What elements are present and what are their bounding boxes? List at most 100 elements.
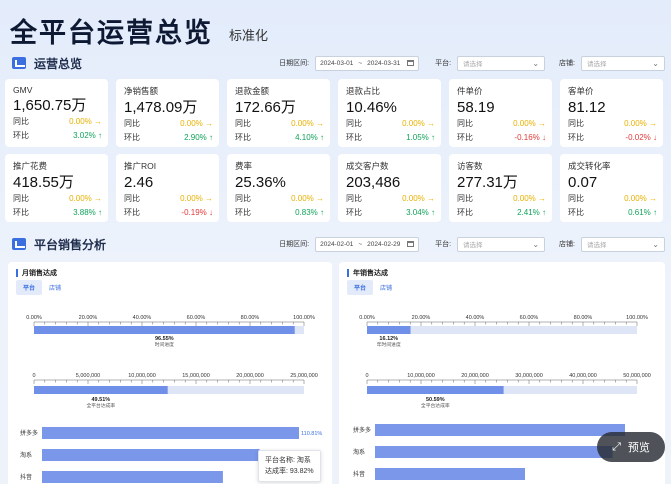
yoy-row: 同比 0.00% → [568,192,657,205]
mom-percent: 4.10% [295,133,318,142]
yearly-panel-title: 年销售达成 [347,268,388,278]
category-bar [375,468,525,480]
trend-arrow-icon: → [538,119,546,128]
yoy-row: 同比 0.00% → [13,115,102,128]
category-label: 抖音 [353,470,365,478]
data-label: 110.81% [301,431,322,437]
calendar-icon [407,241,415,247]
yoy-label: 同比 [457,194,473,203]
mom-percent: 0.83% [295,208,318,217]
tooltip-rate: 达成率: 93.82% [265,468,314,475]
mom-row: 环比 0.83% ↑ [235,206,324,219]
trend-arrow-icon: → [427,119,435,128]
progress-bar [34,326,295,334]
trend-arrow-icon: → [94,194,102,203]
yoy-row: 同比 0.00% → [124,117,213,130]
mom-value: 1.05% ↑ [406,133,435,142]
mom-percent: 2.41% [517,208,540,217]
tick-label: 30,000,000 [515,373,543,379]
platform-select[interactable]: 请选择 ⌄ [457,55,546,71]
overview-label: 运营总览 [34,56,83,71]
trend-arrow-icon: ↑ [98,208,102,217]
yoy-label: 同比 [346,119,362,128]
data-label: 49.51% [92,397,111,403]
mom-row: 环比 -0.02% ↓ [568,131,657,144]
preview-button[interactable]: ⤢ 预览 [597,432,665,462]
yoy-value: 0.00% → [624,194,657,203]
category-label: 拼多多 [353,426,371,434]
category-bar [42,471,223,483]
metric-card: 访客数 277.31万 同比 0.00% → 环比 2.41% ↑ [449,154,552,222]
yoy-label: 同比 [457,119,473,128]
category-bar [42,449,260,461]
yoy-percent: 0.00% [69,117,92,126]
mom-label: 环比 [457,133,473,142]
trend-arrow-icon: ↑ [320,133,324,142]
tab-platform[interactable]: 平台 [16,280,43,295]
metric-name: 退款金额 [235,86,270,96]
metric-value: 10.46% [346,99,397,116]
date-end: 2024-03-31 [367,59,401,67]
mom-row: 环比 4.10% ↑ [235,131,324,144]
yoy-label: 同比 [568,119,584,128]
progress-bar [367,326,411,334]
mom-value: 4.10% ↑ [295,133,324,142]
tick-label: 5,000,000 [76,373,100,379]
metric-value: 25.36% [235,174,286,191]
trend-arrow-icon: ↑ [209,133,213,142]
page-subtitle: 标准化 [229,28,269,43]
tab-platform[interactable]: 平台 [347,280,374,295]
date-range-picker[interactable]: 2024-03-01 ~ 2024-03-31 [315,55,420,71]
tab-shop[interactable]: 店铺 [42,280,68,295]
trend-arrow-icon: ↓ [542,133,546,142]
metric-value: 277.31万 [457,174,518,191]
tick-label: 10,000,000 [128,373,156,379]
tick-label: 15,000,000 [182,373,210,379]
monthly-tabs: 平台 店铺 [16,280,68,295]
date-start: 2024-03-01 [320,59,354,67]
shop-select[interactable]: 请选择 ⌄ [581,55,665,71]
mom-value: -0.02% ↓ [625,133,657,142]
date-range-picker[interactable]: 2024-02-01 ~ 2024-02-29 [315,236,420,252]
tick-label: 50,000,000 [623,373,651,379]
platform-select[interactable]: 请选择 ⌄ [457,236,546,252]
monthly-sales-panel: 月销售达成 平台 店铺 0.00% 20.00% 40.00% 60.00% 80.00… [8,262,332,484]
mom-percent: -0.19% [181,208,207,217]
shop-select[interactable]: 请选择 ⌄ [581,236,665,252]
sales-filters: 日期区间: 2024-02-01 ~ 2024-02-29 平台: 请选择 ⌄ … [279,234,665,254]
date-end: 2024-02-29 [367,240,401,248]
mom-row: 环比 -0.16% ↓ [457,131,546,144]
yoy-label: 同比 [13,117,29,126]
mom-label: 环比 [13,208,29,217]
metric-name: 推广ROI [124,161,157,171]
tab-shop[interactable]: 店铺 [373,280,399,295]
tick-label: 0 [32,373,35,379]
yoy-value: 0.00% → [180,194,213,203]
metric-card: 成交客户数 203,486 同比 0.00% → 环比 3.04% ↑ [338,154,441,222]
date-range-label: 日期区间: [279,60,310,67]
yoy-percent: 0.00% [402,119,425,128]
mom-value: 3.04% ↑ [406,208,435,217]
yoy-percent: 0.00% [402,194,425,203]
yoy-percent: 0.00% [69,194,92,203]
tick-label: 40,000,000 [569,373,597,379]
shop-placeholder: 请选择 [587,61,607,68]
trend-arrow-icon: → [205,194,213,203]
tick-label: 60.00% [520,315,539,321]
tick-label: 20,000,000 [461,373,489,379]
trend-arrow-icon: ↑ [431,208,435,217]
yoy-percent: 0.00% [513,119,536,128]
metric-name: 成交转化率 [568,161,611,171]
yoy-value: 0.00% → [180,119,213,128]
tick-label: 0 [365,373,368,379]
metric-card: 推广ROI 2.46 同比 0.00% → 环比 -0.19% ↓ [116,154,219,222]
mom-percent: 2.90% [184,133,207,142]
tick-label: 20,000,000 [236,373,264,379]
tick-label: 40.00% [133,315,152,321]
date-start: 2024-02-01 [320,240,354,248]
category-bar [375,446,613,458]
expand-icon: ⤢ [612,440,621,453]
tick-label: 20.00% [79,315,98,321]
metric-card: GMV 1,650.75万 同比 0.00% → 环比 3.02% ↑ [5,79,108,147]
mom-row: 环比 -0.19% ↓ [124,206,213,219]
